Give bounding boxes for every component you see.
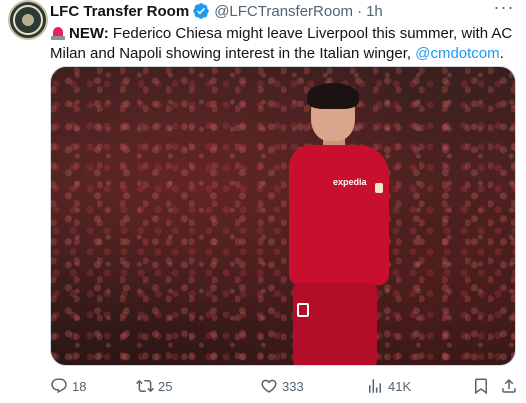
share-button[interactable] xyxy=(500,375,522,397)
bookmark-button[interactable] xyxy=(472,375,494,397)
reply-count: 18 xyxy=(72,378,87,394)
tweet-text: NEW: Federico Chiesa might leave Liverpo… xyxy=(50,24,516,64)
avatar[interactable] xyxy=(8,0,48,40)
tweet-end: . xyxy=(499,45,504,62)
mention-link[interactable]: @cmdotcom xyxy=(415,45,499,62)
views-count: 41K xyxy=(388,378,412,394)
more-options-icon[interactable]: ··· xyxy=(492,0,516,20)
action-bar: 18 25 333 41K xyxy=(50,375,516,397)
shirt-badge xyxy=(375,183,383,193)
like-button[interactable]: 333 xyxy=(260,375,304,397)
tweet-photo[interactable]: expedia xyxy=(50,66,516,366)
bookmark-icon xyxy=(475,378,487,395)
like-count: 333 xyxy=(282,378,304,394)
tweet-timestamp[interactable]: 1h xyxy=(366,3,383,20)
verified-badge-icon[interactable] xyxy=(192,2,210,20)
new-label: NEW: xyxy=(69,25,109,42)
author-name[interactable]: LFC Transfer Room xyxy=(50,3,189,20)
retweet-count: 25 xyxy=(158,378,173,394)
reply-icon xyxy=(51,378,67,394)
separator-dot: · xyxy=(357,2,363,20)
reply-button[interactable]: 18 xyxy=(50,375,86,397)
shirt-sponsor: expedia xyxy=(333,177,367,187)
retweet-icon xyxy=(136,379,154,393)
avatar-logo xyxy=(13,5,43,35)
views-button[interactable]: 41K xyxy=(366,375,411,397)
tweet[interactable]: LFC Transfer Room @LFCTransferRoom · 1h … xyxy=(0,0,526,403)
author-handle[interactable]: @LFCTransferRoom xyxy=(214,3,353,20)
player-figure: expedia xyxy=(289,83,399,365)
share-icon xyxy=(502,378,516,393)
crowd-background xyxy=(51,67,515,365)
siren-emoji-icon xyxy=(50,26,66,40)
retweet-button[interactable]: 25 xyxy=(136,375,172,397)
views-chart-icon xyxy=(369,379,381,393)
heart-icon xyxy=(261,379,277,393)
tweet-header: LFC Transfer Room @LFCTransferRoom · 1h xyxy=(50,1,383,21)
shorts-number xyxy=(297,303,309,317)
